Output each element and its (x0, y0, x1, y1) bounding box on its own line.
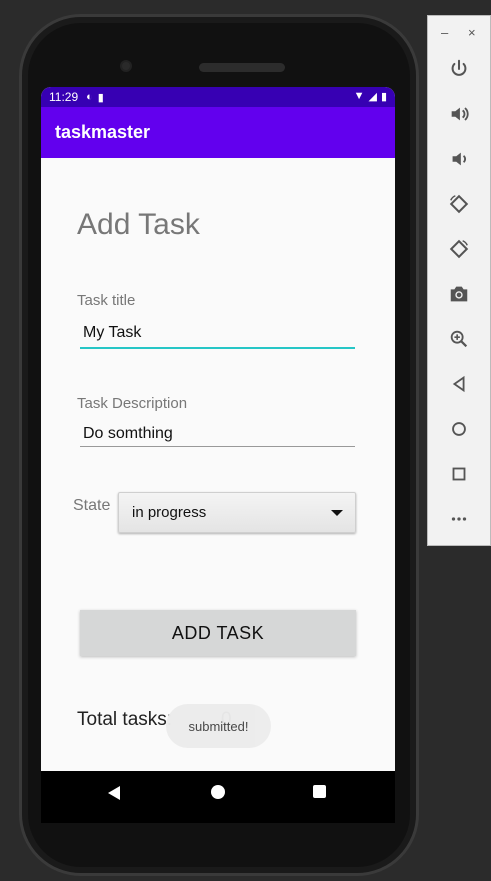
nav-recents-icon[interactable] (313, 785, 326, 798)
nav-back-icon[interactable] (108, 786, 120, 800)
battery-icon: ▮ (380, 91, 387, 103)
camera-icon[interactable] (446, 281, 472, 307)
sd-card-icon: ▮ (97, 91, 104, 104)
front-camera (120, 60, 132, 72)
signal-icon: ◢ (368, 91, 377, 103)
toast-message: submitted! (166, 704, 271, 748)
zoom-icon[interactable] (446, 326, 472, 352)
task-description-input[interactable]: Do somthing (80, 425, 355, 447)
state-label: State (73, 497, 111, 514)
emulator-side-panel: – × (427, 15, 491, 546)
nav-home-icon[interactable] (211, 785, 225, 799)
state-selected-value: in progress (132, 504, 207, 521)
volume-up-icon[interactable] (446, 101, 472, 127)
state-dropdown[interactable]: in progress (118, 492, 356, 533)
task-description-label: Task Description (77, 395, 188, 412)
system-nav-bar (41, 771, 395, 823)
minimize-button[interactable]: – (441, 25, 448, 40)
earpiece-speaker (199, 63, 285, 72)
wifi-icon: ▼ (353, 90, 365, 102)
status-time: 11:29 (49, 90, 79, 104)
app-title: taskmaster (55, 122, 151, 142)
status-bar: 11:29 ◐ ▮ ▼ ◢ ▮ (41, 87, 395, 107)
power-icon[interactable] (446, 56, 472, 82)
chevron-down-icon (331, 510, 343, 516)
more-icon[interactable] (446, 506, 472, 532)
rotate-right-icon[interactable] (446, 236, 472, 262)
total-tasks-label: Total tasks: (77, 709, 173, 730)
device-screen: 11:29 ◐ ▮ ▼ ◢ ▮ taskmaster Add Task Task… (41, 87, 395, 823)
app-bar: taskmaster (41, 107, 395, 158)
rotate-left-icon[interactable] (446, 191, 472, 217)
home-icon[interactable] (446, 416, 472, 442)
overview-icon[interactable] (446, 461, 472, 487)
notification-icon: ◐ (86, 91, 93, 103)
task-title-input[interactable]: My Task (80, 324, 355, 349)
page-title: Add Task (77, 208, 200, 241)
volume-down-icon[interactable] (446, 146, 472, 172)
add-task-button[interactable]: ADD TASK (80, 610, 356, 656)
task-title-label: Task title (77, 292, 136, 309)
back-icon[interactable] (446, 371, 472, 397)
close-button[interactable]: × (468, 25, 476, 40)
